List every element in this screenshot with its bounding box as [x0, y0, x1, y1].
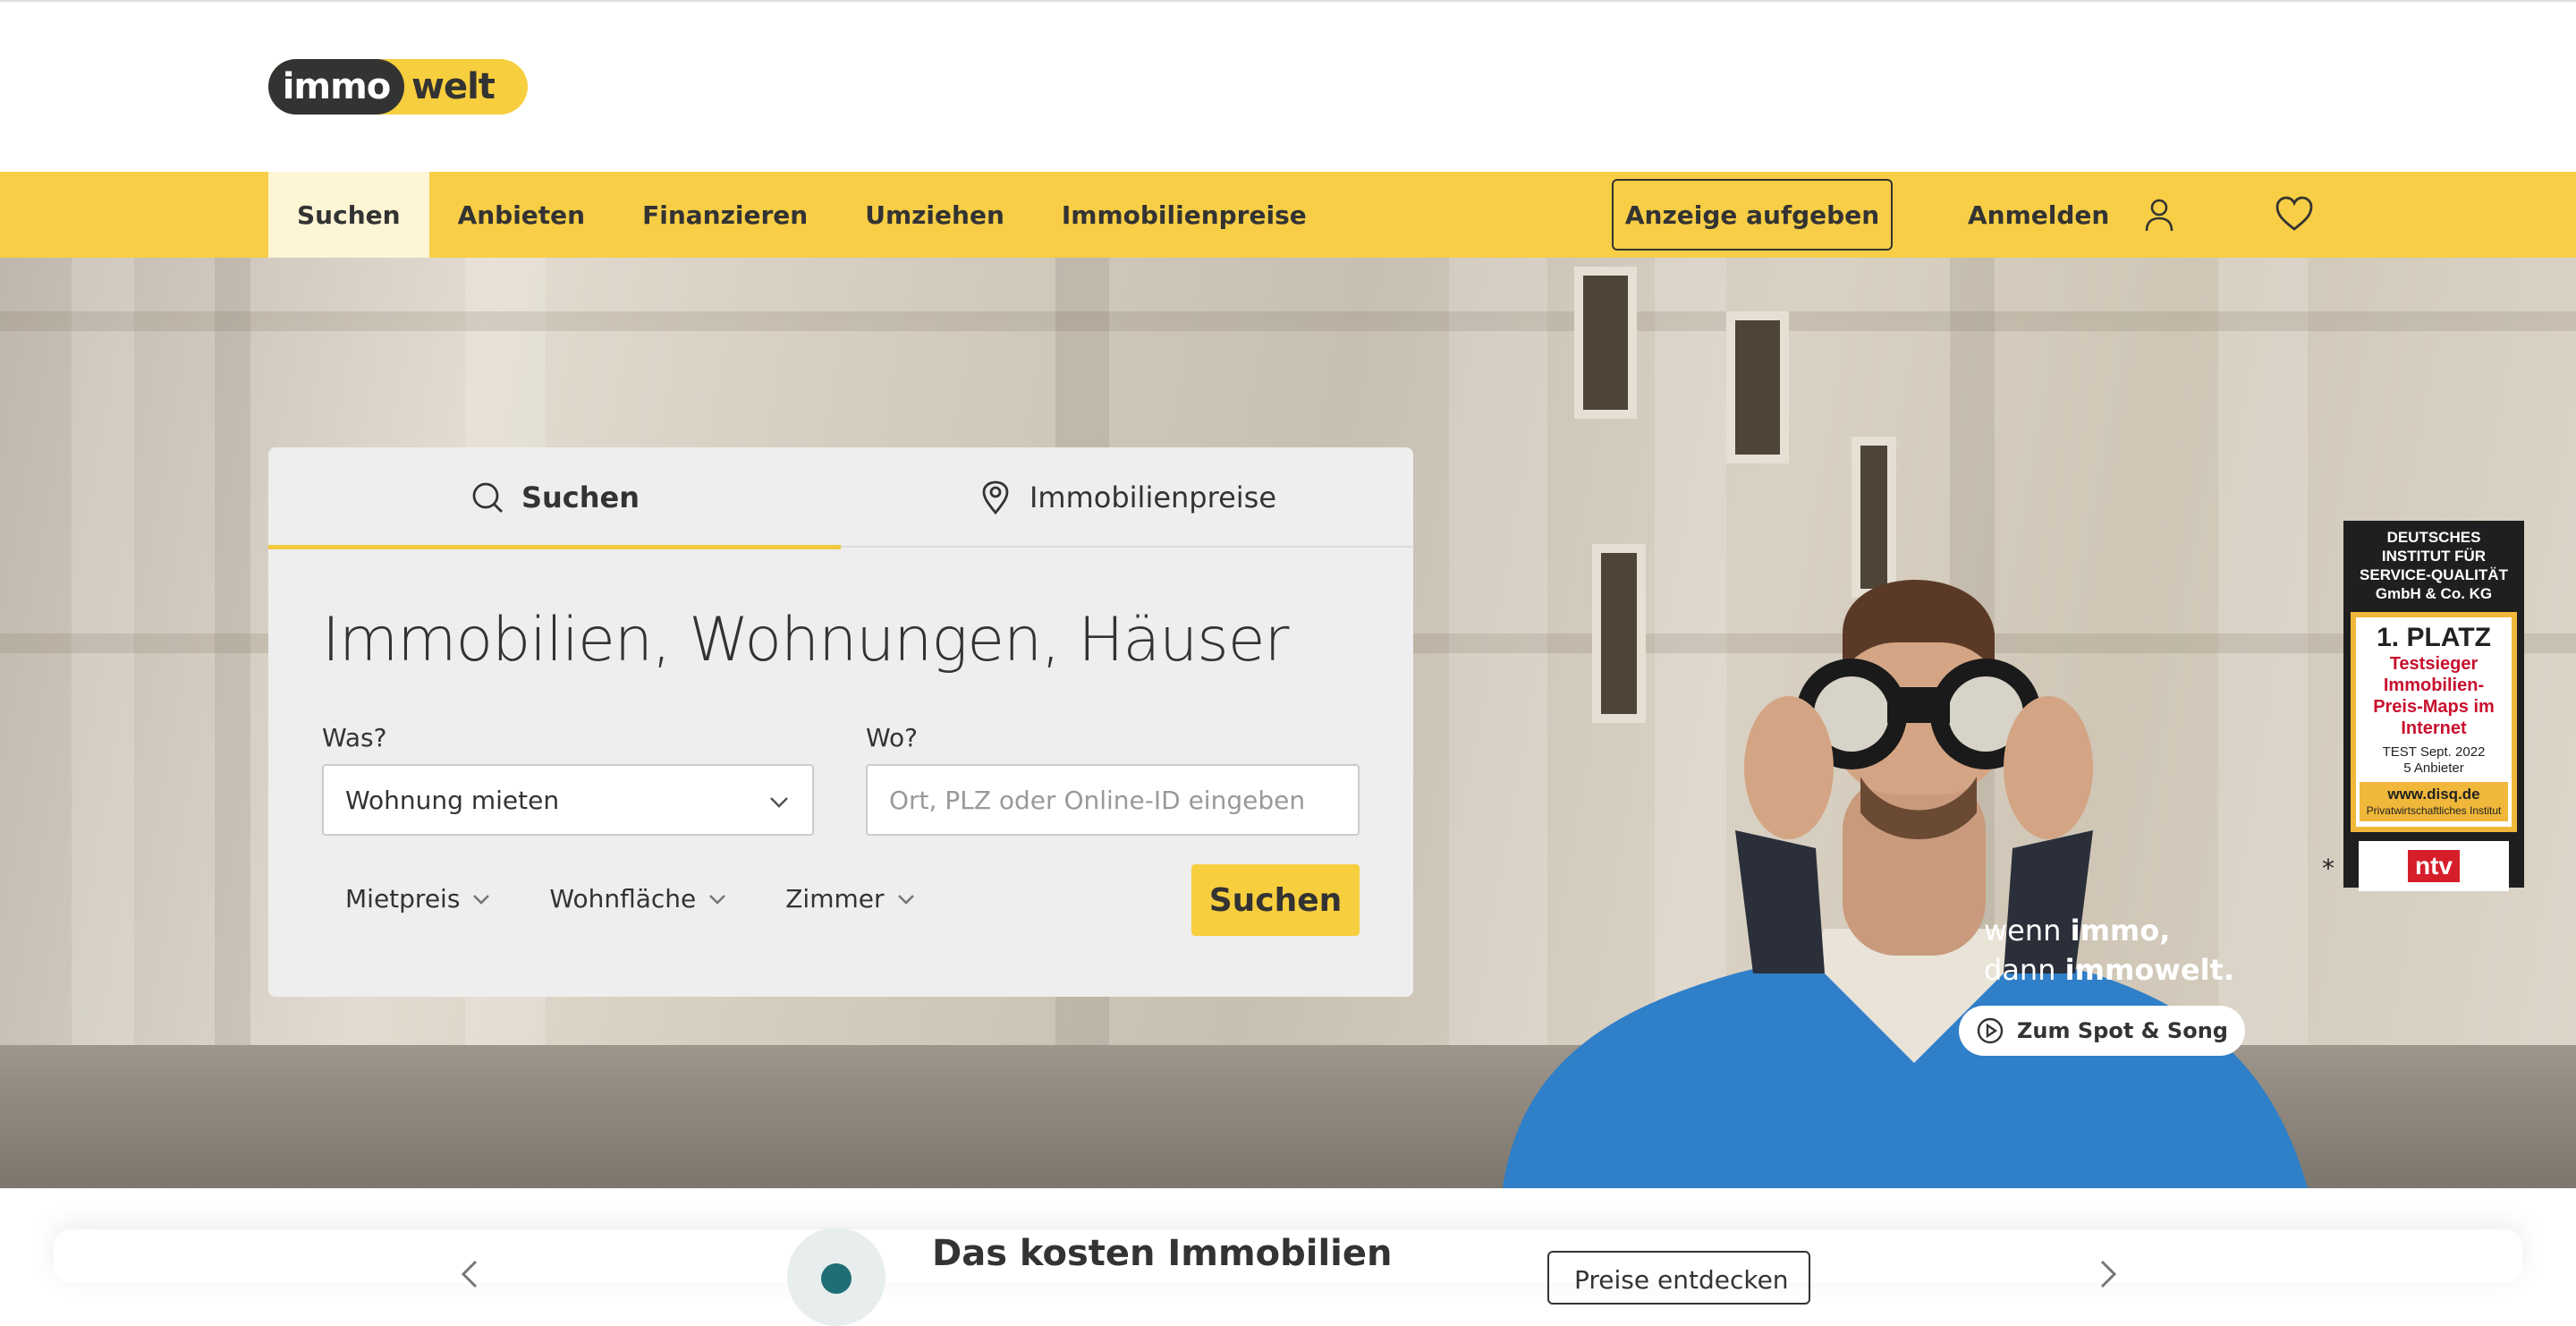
slogan-line-1-text: wenn	[1984, 914, 2071, 948]
search-submit-button[interactable]: Suchen	[1191, 864, 1360, 936]
hero-slogan: wenn immo, dann immowelt.	[1984, 911, 2234, 990]
tab-immobilienpreise[interactable]: Immobilienpreise	[841, 447, 1413, 548]
user-icon[interactable]	[2140, 195, 2179, 234]
filter-mietpreis[interactable]: Mietpreis	[345, 884, 492, 914]
slogan-line-2: dann immowelt.	[1984, 950, 2234, 990]
property-type-value: Wohnung mieten	[345, 785, 560, 815]
badge-test-date: TEST Sept. 2022	[2382, 744, 2486, 760]
badge-institute: Privatwirtschaftliches Institut	[2360, 803, 2508, 821]
badge-header: DEUTSCHES INSTITUT FÜR SERVICE-QUALITÄT …	[2360, 529, 2508, 602]
search-card: Suchen Immobilienpreise Immobilien, Wohn…	[268, 447, 1413, 997]
nav-item-umziehen[interactable]: Umziehen	[836, 172, 1033, 258]
nav-items: Suchen Anbieten Finanzieren Umziehen Imm…	[268, 172, 1335, 258]
logo-part-immo: immo	[268, 59, 404, 115]
where-label: Wo?	[866, 723, 919, 752]
heart-icon[interactable]	[2274, 193, 2315, 234]
play-icon	[1977, 1017, 2004, 1044]
location-pin-icon	[982, 480, 1009, 515]
search-card-title: Immobilien, Wohnungen, Häuser	[322, 605, 1289, 676]
chevron-down-icon	[770, 797, 788, 808]
slogan-line-2-bold: immowelt.	[2064, 953, 2234, 987]
chevron-left-icon[interactable]	[453, 1256, 488, 1292]
top-header: immo welt	[0, 0, 2576, 172]
login-link[interactable]: Anmelden	[1968, 172, 2109, 258]
nav-item-finanzieren[interactable]: Finanzieren	[614, 172, 836, 258]
property-type-select[interactable]: Wohnung mieten	[322, 764, 814, 836]
badge-url: www.disq.de	[2360, 782, 2508, 803]
logo-part-welt: welt	[411, 66, 496, 107]
badge-rank: 1. PLATZ	[2377, 623, 2491, 652]
ntv-logo-text: ntv	[2408, 850, 2460, 882]
facade-window	[1726, 311, 1789, 463]
chevron-down-icon	[709, 894, 726, 905]
location-input[interactable]	[866, 764, 1360, 836]
disq-award-badge[interactable]: DEUTSCHES INSTITUT FÜR SERVICE-QUALITÄT …	[2343, 521, 2524, 891]
filter-row: Mietpreis Wohnfläche Zimmer	[345, 884, 917, 914]
badge-footnote-marker: *	[2322, 854, 2334, 883]
nav-item-suchen[interactable]: Suchen	[268, 172, 429, 258]
facade-window	[1574, 267, 1637, 419]
filter-wohnflaeche[interactable]: Wohnfläche	[549, 884, 728, 914]
nav-item-anbieten[interactable]: Anbieten	[429, 172, 614, 258]
chevron-down-icon	[473, 894, 490, 905]
what-label: Was?	[322, 723, 387, 752]
search-tabs: Suchen Immobilienpreise	[268, 447, 1413, 549]
chevron-right-icon[interactable]	[2089, 1256, 2125, 1292]
slogan-line-2-text: dann	[1984, 953, 2065, 987]
slogan-line-1-bold: immo,	[2070, 914, 2171, 948]
nav-item-immobilienpreise[interactable]: Immobilienpreise	[1033, 172, 1335, 258]
spot-and-song-button[interactable]: Zum Spot & Song	[1959, 1006, 2245, 1056]
main-navigation: Suchen Anbieten Finanzieren Umziehen Imm…	[0, 172, 2576, 258]
slogan-line-1: wenn immo,	[1984, 911, 2234, 950]
spot-and-song-label: Zum Spot & Song	[2017, 1018, 2228, 1043]
price-map-icon	[787, 1228, 886, 1326]
filter-mietpreis-label: Mietpreis	[345, 884, 461, 914]
badge-award-box: 1. PLATZ Testsieger Immobilien-Preis-Map…	[2351, 612, 2517, 832]
person-with-binoculars-image	[1503, 580, 2308, 1188]
search-icon	[472, 482, 503, 513]
filter-zimmer[interactable]: Zimmer	[785, 884, 916, 914]
tab-suchen-label: Suchen	[521, 480, 640, 514]
facade-ledge	[0, 311, 2576, 331]
filter-wohnflaeche-label: Wohnfläche	[549, 884, 697, 914]
badge-award-text: Testsieger Immobilien-Preis-Maps im Inte…	[2373, 654, 2495, 738]
tab-suchen[interactable]: Suchen	[268, 447, 841, 549]
chevron-down-icon	[897, 894, 914, 905]
price-teaser-title: Das kosten Immobilien	[932, 1233, 1393, 1274]
badge-providers: 5 Anbieter	[2403, 761, 2464, 776]
immowelt-logo[interactable]: immo welt	[268, 59, 528, 115]
filter-zimmer-label: Zimmer	[785, 884, 885, 914]
ntv-logo: ntv	[2359, 841, 2509, 891]
post-listing-button[interactable]: Anzeige aufgeben	[1612, 179, 1893, 251]
tab-immobilienpreise-label: Immobilienpreise	[1029, 480, 1276, 514]
map-pin-icon	[821, 1263, 852, 1294]
price-teaser-section: Das kosten Immobilien Preise entdecken	[0, 1188, 2576, 1326]
discover-prices-button[interactable]: Preise entdecken	[1547, 1251, 1810, 1305]
